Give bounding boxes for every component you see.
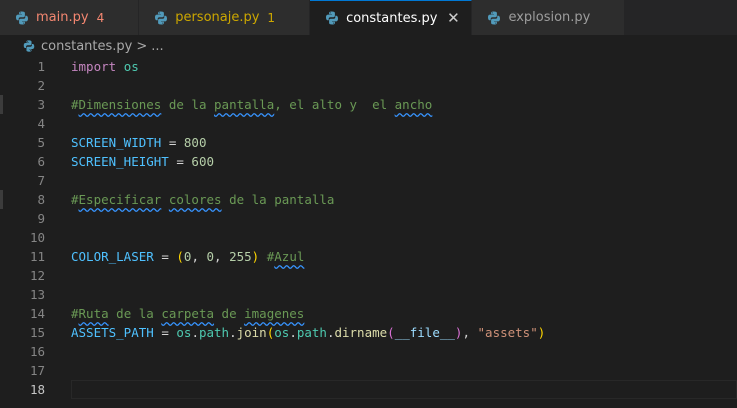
code-line: 16 [0,342,737,361]
close-icon[interactable]: ✕ [445,9,461,27]
line-number: 15 [29,325,45,340]
code-line: 12 [0,266,737,285]
python-file-icon [326,11,339,25]
breadcrumb-separator: > [136,38,148,54]
problem-count-badge: 4 [96,10,105,25]
python-file-icon [23,40,35,52]
tab-explosion-py[interactable]: explosion.py [472,0,626,35]
comment: #Azul [266,249,305,264]
code-line: 14 #Ruta de la carpeta de imagenes [0,304,737,323]
code-line: 17 [0,361,737,380]
line-number: 8 [37,192,45,207]
python-file-icon [488,11,501,24]
line-number: 5 [37,135,45,150]
tab-constantes-py[interactable]: constantes.py ✕ [310,0,473,35]
line-number: 3 [37,97,45,112]
constant-name: SCREEN_WIDTH [71,135,162,150]
breadcrumb-more[interactable]: ... [151,39,163,54]
line-number: 18 [29,382,45,397]
keyword: import [71,59,117,74]
python-file-icon [16,11,28,24]
line-number: 1 [37,59,45,74]
line-number: 12 [29,268,45,283]
code-line: 5 SCREEN_WIDTH = 800 [0,133,737,152]
breadcrumb-file[interactable]: constantes.py [41,39,132,54]
line-number: 4 [37,116,45,131]
code-line: 11 COLOR_LASER = (0, 0, 255) #Azul [0,247,737,266]
tab-label: main.py [36,10,89,25]
line-number: 7 [37,173,45,188]
breadcrumb: constantes.py > ... [0,35,737,57]
code-line: 13 [0,285,737,304]
constant-name: SCREEN_HEIGHT [71,154,169,169]
tab-personaje-py[interactable]: personaje.py 1 [139,0,311,35]
line-number: 10 [29,230,45,245]
code-line: 8 #Especificar colores de la pantalla [0,190,737,209]
module-name: os [123,59,139,74]
code-line: 10 [0,228,737,247]
code-line: 4 [0,114,737,133]
line-number: 17 [29,363,45,378]
constant-name: ASSETS_PATH [71,325,154,340]
code-line: 15 ASSETS_PATH = os.path.join(os.path.di… [0,323,737,342]
current-code-line[interactable]: 18 [0,380,737,399]
line-number: 13 [29,287,45,302]
line-number: 11 [29,249,45,264]
line-number: 16 [29,344,45,359]
tab-bar: main.py 4 personaje.py 1 constantes.py ✕… [0,0,737,35]
python-file-icon [155,11,168,24]
constant-name: COLOR_LASER [71,249,154,264]
line-number: 6 [37,154,45,169]
number-literal: 600 [191,154,214,169]
string-literal: "assets" [477,325,538,340]
code-line: 6 SCREEN_HEIGHT = 600 [0,152,737,171]
tab-label: explosion.py [508,10,591,25]
code-line: 7 [0,171,737,190]
code-line: 3 #Dimensiones de la pantalla, el alto y… [0,95,737,114]
problem-count-badge: 1 [267,10,276,25]
comment: #Ruta de la carpeta de imagenes [71,306,305,321]
line-number: 2 [37,78,45,93]
code-line: 9 [0,209,737,228]
code-line: 1 import os [0,57,737,76]
comment: #Especificar colores de la pantalla [71,192,335,207]
number-literal: 800 [183,135,207,150]
tab-label: constantes.py [346,10,438,26]
code-editor[interactable]: 1 import os 2 3 #Dimensiones de la panta… [0,57,737,408]
comment: #Dimensiones de la pantalla, el alto y e… [71,97,433,112]
line-number: 9 [37,211,45,226]
code-line: 2 [0,76,737,95]
tab-label: personaje.py [175,10,260,25]
tab-main-py[interactable]: main.py 4 [0,0,140,35]
line-number: 14 [29,306,45,321]
